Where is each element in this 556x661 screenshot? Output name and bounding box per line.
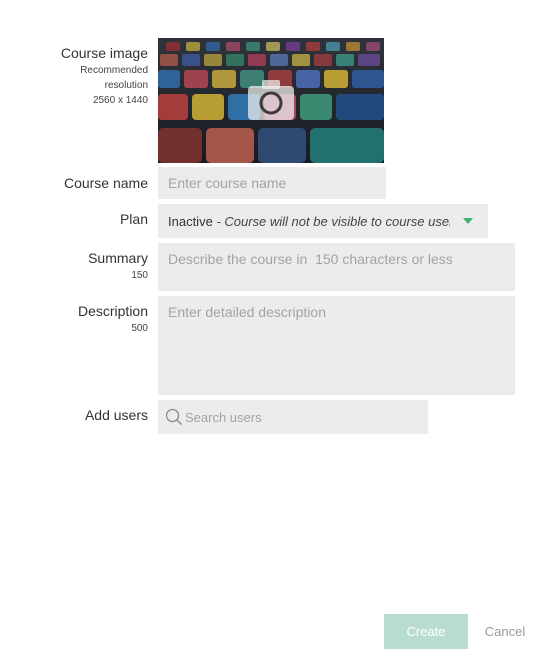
plan-select[interactable]: Inactive - Course will not be visible to… xyxy=(158,204,488,238)
course-name-field xyxy=(158,167,386,199)
course-name-label: Course name xyxy=(63,175,148,191)
summary-limit: 150 xyxy=(131,270,148,281)
course-image-hint-line2: resolution xyxy=(104,80,148,91)
plan-select-value: Inactive - Course will not be visible to… xyxy=(168,214,450,229)
camera-icon xyxy=(248,80,294,120)
plan-label: Plan xyxy=(119,211,148,227)
course-name-input[interactable] xyxy=(158,167,386,199)
course-image-label: Course image xyxy=(60,45,148,61)
summary-label: Summary xyxy=(88,250,148,266)
search-users-input[interactable] xyxy=(183,409,428,425)
plan-selected-description: - Course will not be visible to course u… xyxy=(216,213,450,229)
add-users-label: Add users xyxy=(84,407,148,423)
chevron-down-icon xyxy=(463,218,473,224)
cancel-button[interactable]: Cancel xyxy=(476,614,534,649)
course-image-upload[interactable] xyxy=(158,38,384,163)
add-users-search xyxy=(158,400,428,434)
search-icon xyxy=(165,408,182,425)
description-input[interactable] xyxy=(158,296,515,395)
course-image-hint-line1: Recommended xyxy=(80,65,148,76)
description-label: Description xyxy=(77,303,148,319)
course-image-hint-line3: 2560 x 1440 xyxy=(92,95,148,106)
create-button[interactable]: Create xyxy=(384,614,468,649)
description-limit: 500 xyxy=(131,323,148,334)
plan-selected-option: Inactive xyxy=(168,213,213,229)
description-field xyxy=(158,296,515,395)
summary-input[interactable] xyxy=(158,243,515,291)
summary-field xyxy=(158,243,515,291)
